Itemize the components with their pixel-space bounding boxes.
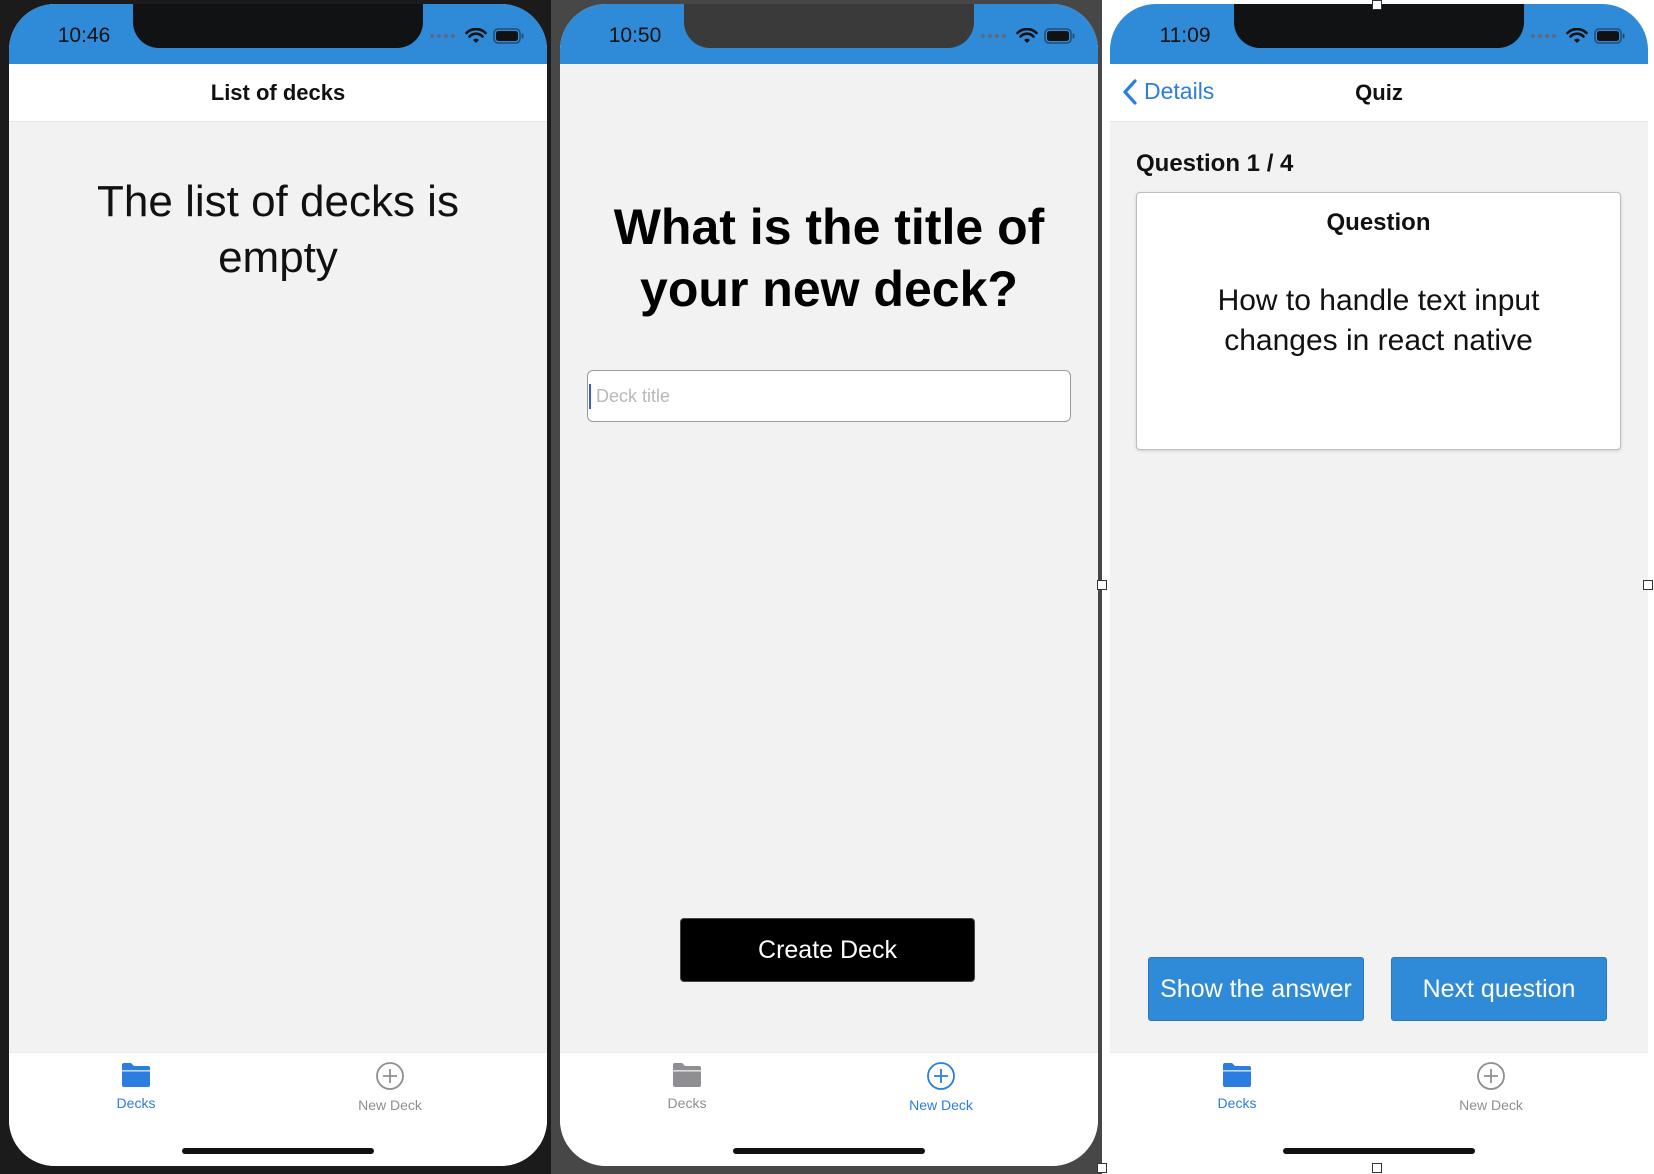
tab-bar: Decks New Deck [1110, 1052, 1648, 1166]
page-title: List of decks [210, 80, 346, 105]
status-time: 10:50 [608, 24, 662, 47]
selection-handle[interactable] [1372, 1163, 1382, 1173]
status-icons [981, 28, 1076, 44]
tab-decks[interactable]: Decks [1172, 1061, 1302, 1121]
phone-screen-quiz: 11:09 Details Quiz Question 1 / 4 Questi… [1110, 4, 1648, 1166]
battery-icon [1044, 28, 1075, 44]
tab-label: New Deck [1459, 1097, 1523, 1113]
battery-icon [1594, 28, 1625, 44]
selection-handle[interactable] [1097, 580, 1107, 590]
deck-title-input[interactable] [587, 370, 1071, 422]
question-text: How to handle text input changes in reac… [1217, 284, 1540, 357]
tab-bar: Decks New Deck [9, 1052, 547, 1166]
plus-circle-icon [376, 1062, 404, 1090]
text-caret [589, 384, 591, 409]
tab-label: New Deck [358, 1097, 422, 1113]
selection-handle[interactable] [1643, 580, 1653, 590]
tab-label: Decks [116, 1095, 156, 1111]
create-deck-button[interactable]: Create Deck [680, 918, 975, 982]
wifi-icon [1016, 28, 1038, 43]
tab-label: New Deck [909, 1097, 973, 1113]
status-time: 11:09 [1159, 24, 1211, 47]
status-icons [430, 28, 525, 44]
device-notch [684, 4, 974, 48]
device-notch [1234, 4, 1524, 48]
wifi-icon [1566, 28, 1588, 43]
tab-new-deck[interactable]: New Deck [325, 1061, 455, 1121]
selection-handle[interactable] [1097, 1163, 1107, 1173]
question-counter: Question 1 / 4 [1136, 150, 1294, 177]
signal-icon [430, 34, 455, 38]
signal-icon [1531, 34, 1556, 38]
home-indicator[interactable] [1283, 1148, 1475, 1154]
empty-list-message: The list of decks is empty [97, 177, 459, 282]
deck-title-prompt: What is the title of your new deck? [613, 199, 1045, 317]
plus-circle-icon [1477, 1062, 1505, 1090]
plus-circle-icon [927, 1062, 955, 1090]
status-icons [1531, 28, 1626, 44]
status-time: 10:46 [57, 24, 111, 47]
tab-decks[interactable]: Decks [71, 1061, 201, 1121]
status-bar: 10:46 [9, 4, 547, 64]
tab-decks[interactable]: Decks [622, 1061, 752, 1121]
question-card: Question How to handle text input change… [1136, 192, 1621, 450]
card-heading: Question [1326, 209, 1431, 236]
signal-icon [981, 34, 1006, 38]
tab-new-deck[interactable]: New Deck [876, 1061, 1006, 1121]
folder-icon [673, 1063, 701, 1087]
tab-new-deck[interactable]: New Deck [1426, 1061, 1556, 1121]
nav-header: List of decks [9, 64, 547, 122]
phone-screen-new-deck: 10:50 What is the title of your new deck… [560, 4, 1098, 1166]
selection-handle[interactable] [1372, 0, 1382, 10]
show-answer-button[interactable]: Show the answer [1148, 957, 1364, 1021]
nav-header: Details Quiz [1110, 64, 1648, 122]
tab-bar: Decks New Deck [560, 1052, 1098, 1166]
next-question-button[interactable]: Next question [1391, 957, 1607, 1021]
phone-screen-deck-list: 10:46 List of decks The list of decks is… [9, 4, 547, 1166]
status-bar: 10:50 [560, 4, 1098, 64]
folder-icon [1223, 1063, 1251, 1087]
tab-label: Decks [667, 1095, 707, 1111]
wifi-icon [465, 28, 487, 43]
status-bar: 11:09 [1110, 4, 1648, 64]
home-indicator[interactable] [182, 1148, 374, 1154]
folder-icon [122, 1063, 150, 1087]
tab-label: Decks [1217, 1095, 1257, 1111]
page-title: Quiz [1355, 80, 1403, 105]
device-notch [133, 4, 423, 48]
battery-icon [493, 28, 524, 44]
home-indicator[interactable] [733, 1148, 925, 1154]
